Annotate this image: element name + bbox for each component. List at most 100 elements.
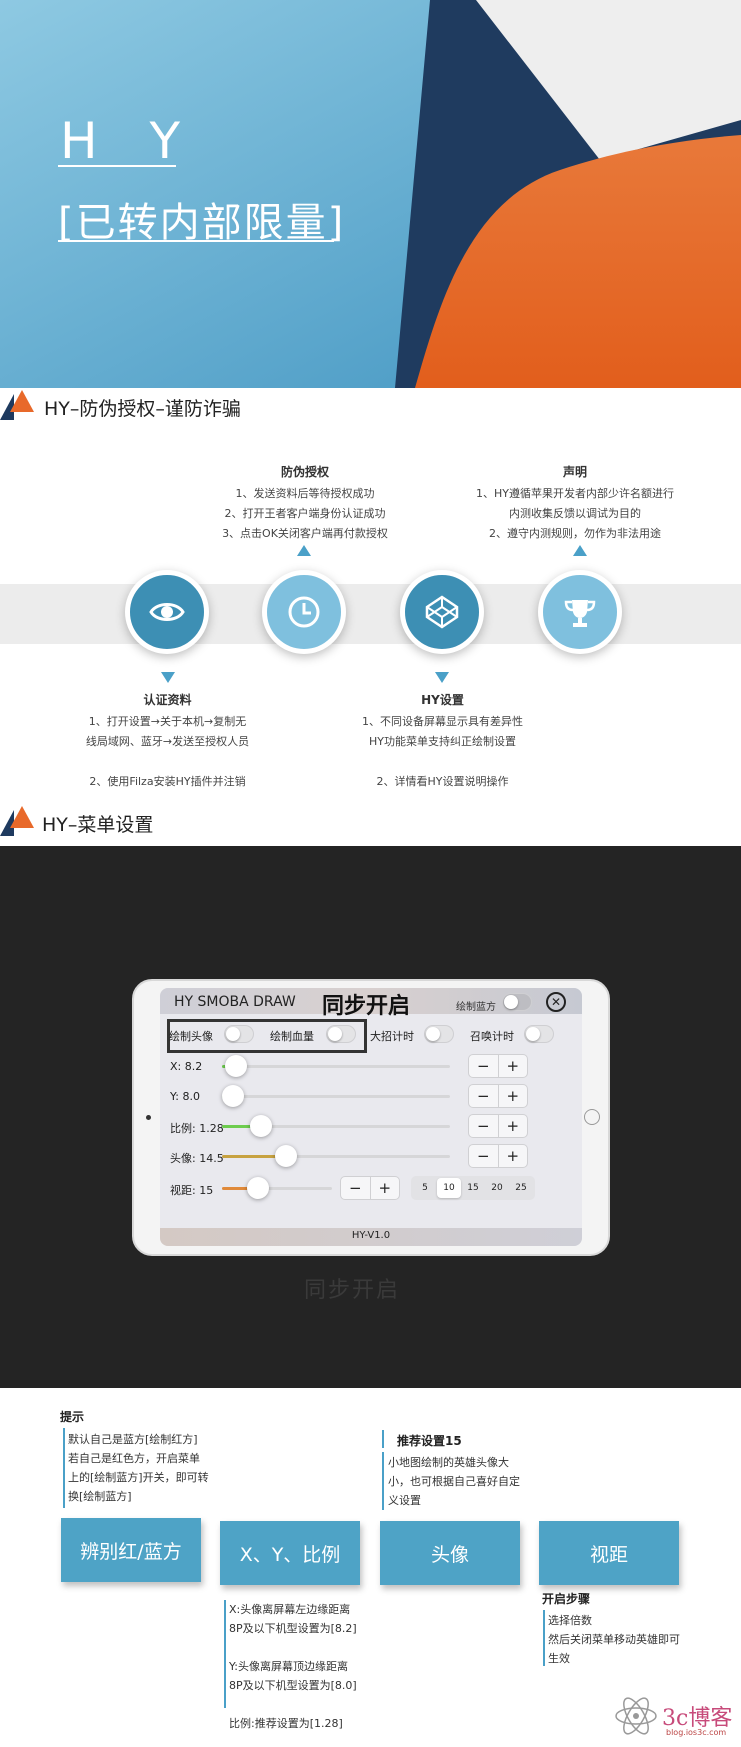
slider-label-y: Y: 8.0 [170, 1090, 200, 1103]
draw-health-toggle[interactable] [326, 1025, 356, 1043]
tip-line: 换[绘制蓝方] [68, 1490, 132, 1503]
arrow-down-icon [161, 672, 175, 683]
block-line: 1、HY遵循苹果开发者内部少许名额进行 [476, 487, 674, 500]
toggle-label-summoner: 召唤计时 [470, 1030, 514, 1043]
block-line: 3、点击OK关闭客户端再付款授权 [222, 527, 388, 540]
stepper-x[interactable]: − + [468, 1054, 528, 1078]
slider-label-scale: 比例: 1.28 [170, 1122, 224, 1135]
block-line: HY功能菜单支持纠正绘制设置 [369, 735, 516, 748]
slider-knob[interactable] [275, 1145, 297, 1167]
summoner-timer-toggle[interactable] [524, 1025, 554, 1043]
zoom-option[interactable]: 5 [413, 1178, 437, 1198]
section-title: HY–防伪授权–谨防诈骗 [44, 398, 241, 420]
block-line: 2、打开王者客户端身份认证成功 [224, 507, 386, 520]
slider-knob[interactable] [247, 1177, 269, 1199]
block-line: 内测收集反馈以调试为目的 [509, 507, 641, 520]
block-line: 2、详情看HY设置说明操作 [376, 775, 509, 788]
stepper-scale[interactable]: − + [468, 1114, 528, 1138]
hero-subtitle-underline [58, 240, 334, 242]
block-line: 2、遵守内测规则，勿作为非法用途 [489, 527, 661, 540]
camera-dot [146, 1115, 151, 1120]
zoom-option[interactable]: 20 [485, 1178, 509, 1198]
xy-accent-bar [224, 1600, 226, 1708]
tip-text: 默认自己是蓝方[绘制红方] 若自己是红色方，开启菜单 上的[绘制蓝方]开关，即可… [68, 1430, 209, 1506]
plus-button[interactable]: + [371, 1177, 400, 1199]
block-line: 1、不同设备屏幕显示具有差异性 [362, 715, 523, 728]
block-title: 认证资料 [143, 693, 192, 707]
draw-blue-toggle[interactable] [502, 993, 532, 1011]
trophy-circle [538, 570, 622, 654]
cube-icon [425, 595, 459, 629]
draw-avatar-toggle[interactable] [224, 1025, 254, 1043]
sync-label: 同步开启 [322, 994, 411, 1019]
ultimate-timer-toggle[interactable] [424, 1025, 454, 1043]
zoom-segmented-control[interactable]: 5 10 15 20 25 [411, 1176, 535, 1200]
codepen-circle [400, 570, 484, 654]
zoom-option[interactable]: 10 [437, 1178, 461, 1198]
steps-title: 开启步骤 [542, 1592, 591, 1606]
arrow-down-icon [435, 672, 449, 683]
slider-avatar[interactable] [222, 1145, 450, 1167]
hero-title-underline [58, 165, 176, 167]
xy-text: X:头像离屏幕左边缘距离 8P及以下机型设置为[8.2] Y:头像离屏幕顶边缘距… [229, 1600, 357, 1733]
xy-line: 8P及以下机型设置为[8.2] [229, 1622, 357, 1635]
plus-button[interactable]: + [499, 1115, 528, 1137]
recommend-text: 小地图绘制的英雄头像大 小，也可根据自己喜好自定 义设置 [388, 1453, 520, 1510]
recommend-line: 义设置 [388, 1494, 421, 1507]
minus-button[interactable]: − [469, 1115, 499, 1137]
hero-title: H Y [60, 112, 199, 170]
zoom-option[interactable]: 25 [509, 1178, 533, 1198]
stepper-y[interactable]: − + [468, 1084, 528, 1108]
block-line: 1、打开设置→关于本机→复制无 [88, 715, 247, 728]
atom-logo-icon [615, 1697, 657, 1735]
tip-line: 上的[绘制蓝方]开关，即可转 [68, 1471, 209, 1484]
tip-accent-bar [63, 1428, 65, 1508]
slider-x[interactable] [222, 1055, 450, 1077]
slider-scale[interactable] [222, 1115, 450, 1137]
eye-icon [149, 603, 185, 621]
reflection-text: 同步开启 [304, 1278, 401, 1303]
recommend-line: 小地图绘制的英雄头像大 [388, 1456, 509, 1469]
clock-circle [262, 570, 346, 654]
timeline-band [0, 584, 741, 644]
minus-button[interactable]: − [469, 1145, 499, 1167]
hero-banner: H Y [已转内部限量] [0, 0, 741, 388]
block-line: 1、发送资料后等待授权成功 [235, 487, 375, 500]
toggle-label-avatar: 绘制头像 [169, 1030, 213, 1043]
xy-line: 比例:推荐设置为[1.28] [229, 1717, 343, 1730]
recommend-text-bar [382, 1452, 384, 1510]
plus-button[interactable]: + [499, 1055, 528, 1077]
slider-knob[interactable] [250, 1115, 272, 1137]
stepper-avatar[interactable]: − + [468, 1144, 528, 1168]
plus-button[interactable]: + [499, 1145, 528, 1167]
view-distance-button[interactable]: 视距 [539, 1521, 679, 1585]
plus-button[interactable]: + [499, 1085, 528, 1107]
identify-side-button[interactable]: 辨别红/蓝方 [61, 1518, 201, 1582]
block-title: 声明 [562, 465, 587, 479]
slider-knob[interactable] [222, 1085, 244, 1107]
section-anti-fake-header: HY–防伪授权–谨防诈骗 [0, 388, 741, 424]
statement-block: 声明 1、HY遵循苹果开发者内部少许名额进行 内测收集反馈以调试为目的 2、遵守… [460, 462, 690, 544]
stepper-view[interactable]: − + [340, 1176, 400, 1200]
slider-y[interactable] [222, 1085, 450, 1107]
arrow-up-icon [573, 545, 587, 556]
zoom-option[interactable]: 15 [461, 1178, 485, 1198]
xy-line: 8P及以下机型设置为[8.0] [229, 1679, 357, 1692]
menu-panel: HY SMOBA DRAW 同步开启 绘制蓝方 ✕ 绘制头像 绘制血量 大招计时… [160, 988, 582, 1246]
minus-button[interactable]: − [341, 1177, 371, 1199]
slider-label-x: X: 8.2 [170, 1060, 203, 1073]
slider-label-view: 视距: 15 [170, 1184, 214, 1197]
xy-scale-button[interactable]: X、Y、比例 [220, 1521, 360, 1585]
avatar-button[interactable]: 头像 [380, 1521, 520, 1585]
slider-knob[interactable] [225, 1055, 247, 1077]
eye-circle [125, 570, 209, 654]
minus-button[interactable]: − [469, 1055, 499, 1077]
block-title: 防伪授权 [280, 465, 329, 479]
header-accent-orange [10, 806, 34, 828]
minus-button[interactable]: − [469, 1085, 499, 1107]
auth-info-block: 认证资料 1、打开设置→关于本机→复制无 线局域网、蓝牙→发送至授权人员 2、使… [60, 690, 275, 792]
slider-view[interactable] [222, 1177, 332, 1199]
close-icon[interactable]: ✕ [546, 992, 566, 1012]
header-accent-orange [10, 390, 34, 412]
steps-text: 选择倍数 然后关闭菜单移动英雄即可 生效 [548, 1611, 680, 1668]
